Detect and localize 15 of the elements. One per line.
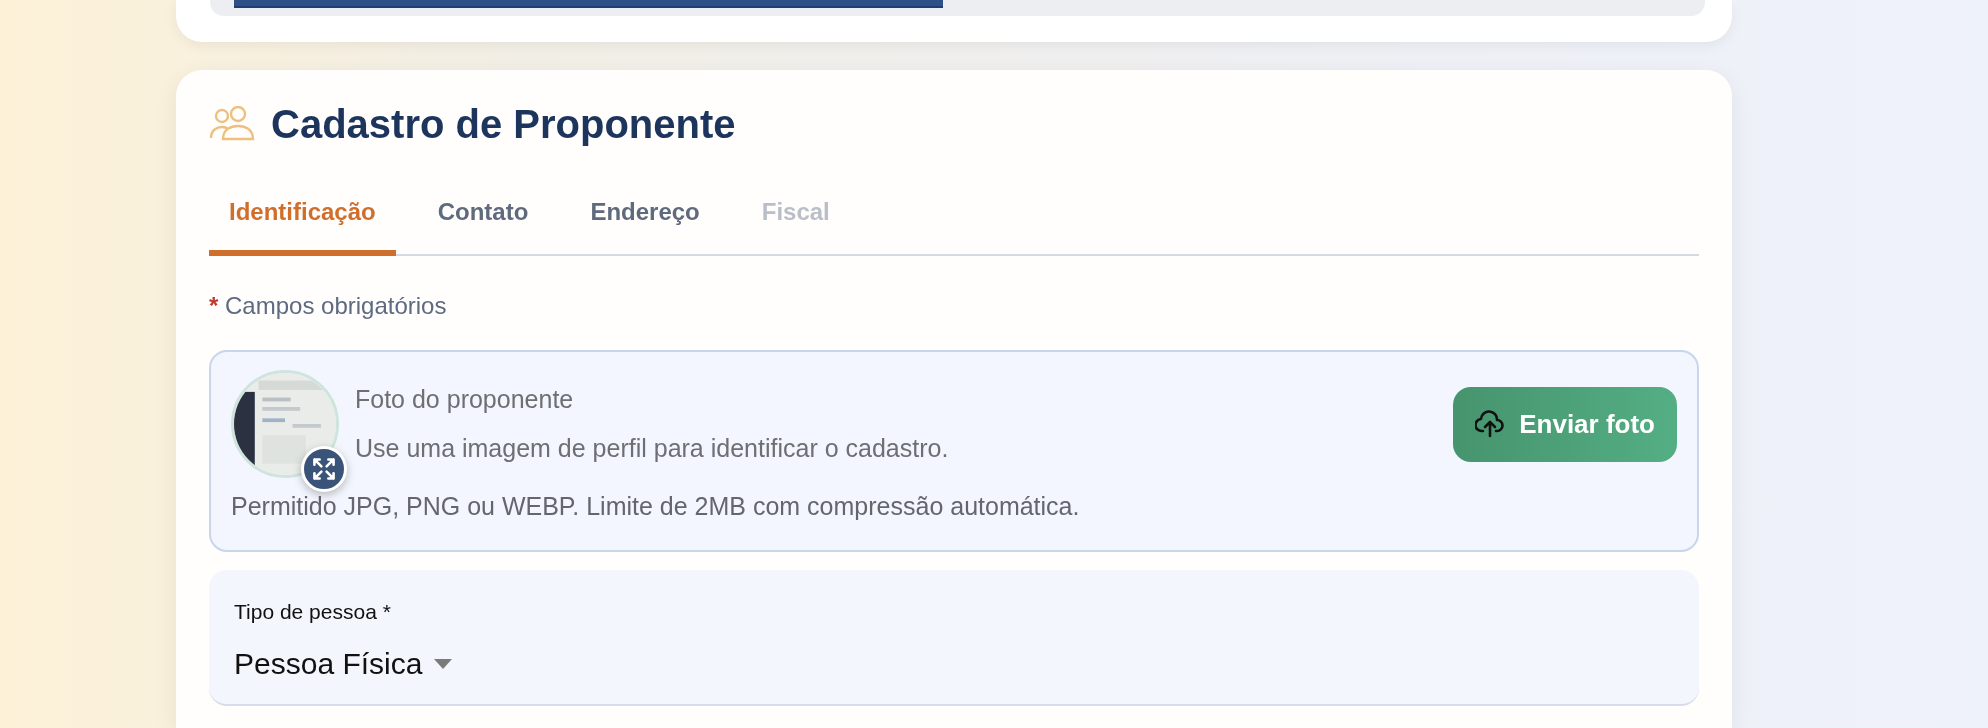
caret-icon — [434, 657, 453, 670]
expand-icon[interactable] — [301, 446, 347, 492]
upload-icon — [1475, 410, 1506, 438]
field-label: Tipo de pessoa * — [234, 598, 392, 625]
required-note: * Campos obrigatórios — [209, 291, 448, 321]
tab[interactable]: Identificação — [209, 176, 396, 256]
tab[interactable]: Endereço — [570, 176, 720, 256]
upload-button[interactable]: Enviar foto — [1453, 386, 1677, 462]
section-title: Cadastro de Proponente — [271, 101, 736, 148]
person-type-select[interactable]: Pessoa Física — [234, 641, 453, 686]
photo-hint: Permitido JPG, PNG ou WEBP. Limite de 2MB com compressão automática. — [231, 491, 1081, 522]
users-icon — [209, 106, 255, 142]
tab[interactable]: Contato — [417, 176, 549, 256]
photo-title: Foto do proponente — [355, 383, 575, 415]
photo-description: Use uma imagem de perfil para identificar o cadastro. — [355, 433, 950, 464]
